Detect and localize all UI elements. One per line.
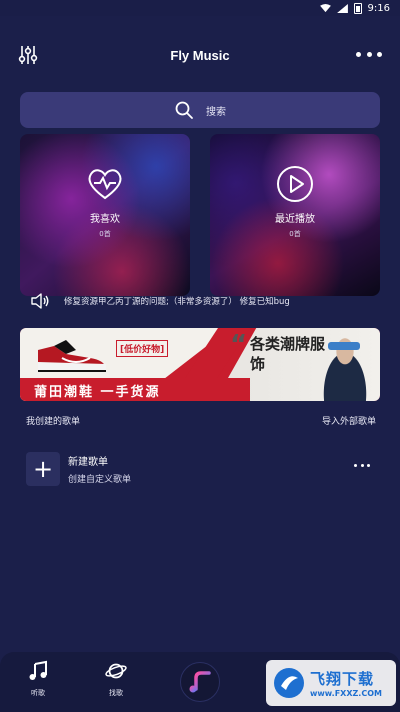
site-watermark: 飞翔下载 www.FXXZ.COM — [266, 660, 396, 706]
card-favorites[interactable]: 我喜欢 0首 — [20, 134, 190, 296]
battery-icon — [353, 2, 362, 14]
search-placeholder: 搜索 — [206, 106, 226, 118]
playlist-section-header: 我创建的歌单 导入外部歌单 — [26, 414, 376, 430]
ad-banner[interactable]: [低价好物] 莆田潮鞋 一手货源 “ 各类潮牌服饰 — [20, 328, 380, 401]
new-playlist-subtitle: 创建自定义歌单 — [68, 475, 132, 485]
row-more-icon[interactable] — [354, 464, 370, 468]
card-recent-count: 0首 — [289, 230, 301, 238]
tab-listen-label: 听歌 — [31, 689, 45, 697]
signal-icon — [336, 3, 348, 13]
new-playlist-row[interactable]: + 新建歌单 创建自定义歌单 — [26, 452, 376, 486]
banner-left-text: 莆田潮鞋 一手货源 — [34, 385, 161, 400]
status-time: 9:16 — [367, 2, 390, 14]
plus-icon: + — [26, 452, 60, 486]
card-recent[interactable]: 最近播放 0首 — [210, 134, 380, 296]
quote-mark: “ — [230, 330, 248, 360]
notice-text: 修复资源甲乙丙丁源的问题;（非常多资源了） 修复已知bug — [64, 297, 290, 307]
tab-find[interactable]: 找歌 — [91, 660, 141, 698]
now-playing-button[interactable] — [180, 662, 220, 702]
planet-icon — [105, 663, 127, 679]
model-image — [312, 330, 378, 401]
play-circle-icon — [277, 166, 313, 202]
watermark-url: www.FXXZ.COM — [310, 689, 382, 698]
tab-find-label: 找歌 — [109, 689, 123, 697]
watermark-logo-icon — [274, 668, 304, 698]
my-playlists-title: 我创建的歌单 — [26, 417, 81, 427]
app-header: Fly Music — [0, 40, 400, 70]
sneaker-image — [38, 340, 106, 372]
wifi-icon — [319, 3, 331, 12]
more-options-icon[interactable] — [356, 48, 382, 60]
new-playlist-title: 新建歌单 — [68, 457, 108, 468]
card-recent-label: 最近播放 — [275, 214, 315, 225]
watermark-name: 飞翔下载 — [310, 670, 375, 688]
equalizer-icon[interactable] — [18, 44, 38, 66]
heart-pulse-icon — [88, 169, 122, 200]
search-bar[interactable]: 搜索 — [20, 92, 380, 128]
model-visor — [328, 342, 360, 350]
app-logo-icon — [189, 671, 211, 693]
status-bar: 9:16 — [0, 0, 400, 16]
card-favorites-label: 我喜欢 — [90, 214, 120, 225]
import-playlist-link[interactable]: 导入外部歌单 — [322, 414, 376, 430]
tab-listen[interactable]: 听歌 — [13, 660, 63, 698]
banner-tag: [低价好物] — [116, 340, 169, 357]
speaker-icon — [31, 293, 49, 309]
app-title: Fly Music — [170, 47, 230, 63]
music-note-icon — [29, 660, 47, 680]
card-favorites-count: 0首 — [99, 230, 111, 238]
search-icon — [175, 101, 193, 119]
notice-bar[interactable]: 修复资源甲乙丙丁源的问题;（非常多资源了） 修复已知bug — [30, 292, 380, 310]
